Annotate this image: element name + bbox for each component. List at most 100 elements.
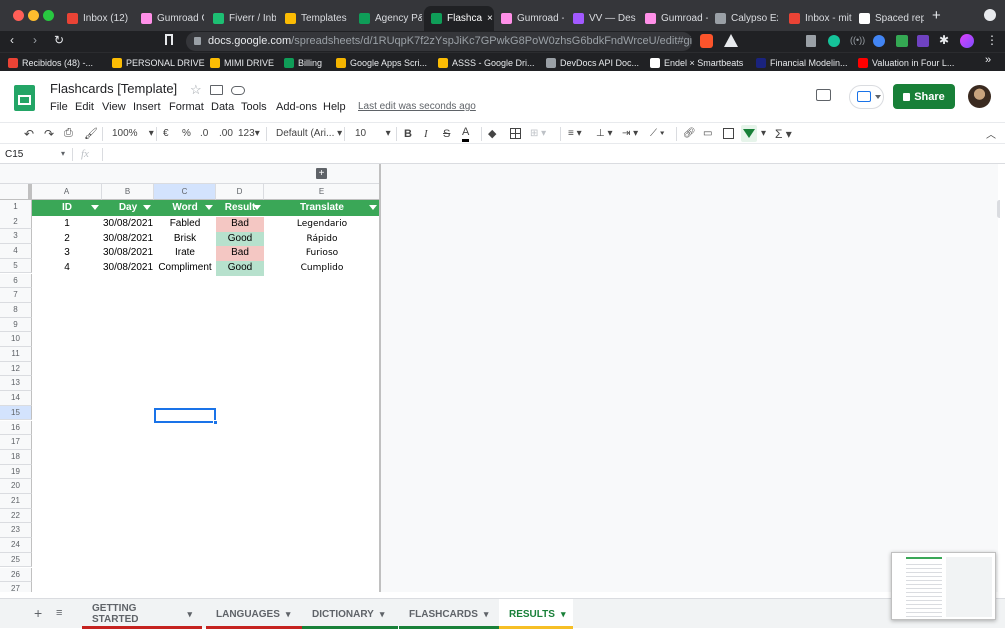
header-cell-translate[interactable]: Translate [264, 200, 380, 216]
sheet-tab[interactable]: FLASHCARDS ▾ [399, 599, 499, 629]
merge-cells-icon[interactable]: ⊞ ▾ [530, 125, 546, 142]
name-box[interactable]: C15 [5, 149, 23, 160]
minimize-window-button[interactable] [28, 10, 39, 21]
header-cell-id[interactable]: ID [32, 200, 102, 216]
column-header-a[interactable]: A [32, 184, 102, 200]
increase-decimal-button[interactable]: .00 [219, 125, 233, 142]
move-folder-icon[interactable] [210, 85, 223, 95]
row-header[interactable]: 9 [0, 317, 32, 333]
bold-button[interactable]: B [404, 125, 412, 142]
cloud-status-icon[interactable] [231, 86, 245, 95]
row-header[interactable]: 27 [0, 582, 32, 592]
filter-dropdown-icon[interactable] [369, 205, 377, 210]
extension-green-icon[interactable] [896, 35, 908, 47]
browser-tab[interactable]: Gumroad C [134, 6, 204, 31]
browser-tab[interactable]: Inbox (12) - [60, 6, 130, 31]
bookmark-item[interactable]: Endel × Smartbeats [650, 55, 743, 70]
spreadsheet-grid[interactable]: + A B C D E 1 2 3 4 5 6 7 8 9 10 11 12 13 14 15 16 17 18 1… [0, 164, 1000, 592]
cell-word[interactable]: Brisk [154, 232, 216, 247]
filter-views-chevron-icon[interactable]: ▾ [761, 125, 766, 142]
row-header[interactable]: 18 [0, 449, 32, 465]
row-header[interactable]: 14 [0, 391, 32, 406]
cell-id[interactable]: 1 [32, 217, 102, 232]
close-tab-icon[interactable]: × [487, 13, 493, 24]
cell-word[interactable]: Irate [154, 246, 216, 261]
bookmark-item[interactable]: Valuation in Four L... [858, 55, 954, 70]
menu-insert[interactable]: Insert [133, 101, 161, 113]
font-size-select[interactable]: 10 ▾ [355, 125, 391, 142]
browser-tab[interactable]: Calypso Ex [708, 6, 778, 31]
fill-color-icon[interactable]: ◆ [488, 125, 496, 142]
extension-icon[interactable]: ((•)) [850, 35, 865, 45]
row-header[interactable]: 5 [0, 258, 32, 274]
row-header[interactable]: 25 [0, 552, 32, 568]
cell-translate[interactable]: Cumplido [264, 261, 380, 276]
row-header[interactable]: 4 [0, 244, 32, 259]
paint-format-icon[interactable]: 🖌︎ [84, 125, 98, 142]
reload-button[interactable]: ↻ [54, 33, 64, 47]
column-header-c[interactable]: C [154, 184, 216, 200]
row-header[interactable]: 17 [0, 435, 32, 450]
chevron-down-icon[interactable]: ▾ [187, 609, 192, 620]
cell-translate[interactable]: Furioso [264, 246, 380, 261]
add-sheet-button[interactable]: + [34, 605, 42, 621]
extension-r-icon[interactable] [917, 35, 929, 47]
zoom-window-button[interactable] [43, 10, 54, 21]
italic-button[interactable]: I [424, 125, 428, 142]
cell-word[interactable]: Fabled [154, 217, 216, 232]
all-sheets-icon[interactable]: ≡ [56, 607, 62, 619]
forward-button[interactable]: › [33, 33, 37, 47]
browser-tab[interactable]: Gumroad - [494, 6, 564, 31]
filter-dropdown-icon[interactable] [253, 205, 261, 210]
new-tab-button[interactable]: + [932, 7, 941, 24]
menu-addons[interactable]: Add-ons [276, 101, 317, 113]
row-header[interactable]: 22 [0, 508, 32, 524]
cell-id[interactable]: 4 [32, 261, 102, 276]
cell-translate[interactable]: Rápido [264, 232, 380, 247]
text-wrap-icon[interactable]: ⇥ ▾ [622, 125, 638, 142]
formula-input[interactable] [110, 148, 990, 162]
row-header[interactable]: 8 [0, 302, 32, 318]
cell-day[interactable]: 30/08/2021 [102, 217, 154, 232]
menu-edit[interactable]: Edit [75, 101, 94, 113]
document-title[interactable]: Flashcards [Template] [50, 81, 177, 96]
bookmark-icon[interactable] [165, 34, 173, 45]
cell-result[interactable]: Bad [216, 246, 264, 262]
extensions-puzzle-icon[interactable]: ✱ [939, 33, 949, 47]
filter-button[interactable] [741, 125, 757, 142]
sheets-logo-icon[interactable] [14, 85, 35, 111]
chevron-down-icon[interactable]: ▾ [561, 609, 566, 620]
menu-data[interactable]: Data [211, 101, 234, 113]
browser-tab[interactable]: Spaced rep [852, 6, 924, 31]
star-icon[interactable]: ☆ [190, 82, 202, 98]
print-icon[interactable]: ⎙ [64, 125, 73, 142]
header-cell-word[interactable]: Word [154, 200, 216, 216]
browser-tab[interactable]: Templates [278, 6, 348, 31]
row-header[interactable]: 2 [0, 214, 32, 230]
row-header[interactable]: 11 [0, 347, 32, 362]
bookmark-item[interactable]: Google Apps Scri... [336, 55, 427, 70]
font-select[interactable]: Default (Ari... ▾ [276, 125, 342, 142]
undo-icon[interactable]: ↶ [24, 125, 34, 142]
number-format-select[interactable]: 123 ▾ [238, 125, 260, 142]
bookmark-item[interactable]: MIMI DRIVE [210, 55, 274, 70]
row-header[interactable]: 6 [0, 273, 32, 289]
row-header[interactable]: 3 [0, 229, 32, 245]
cell-day[interactable]: 30/08/2021 [102, 261, 154, 276]
bookmarks-overflow-button[interactable]: » [985, 54, 991, 66]
tab-search-icon[interactable] [984, 9, 996, 21]
borders-icon[interactable] [510, 125, 521, 142]
currency-button[interactable]: € [163, 125, 169, 142]
browser-tab[interactable]: Flashca × [424, 6, 494, 31]
address-bar[interactable]: docs.google.com/spreadsheets/d/1RUqpK7f2… [186, 32, 692, 51]
collapse-toolbar-icon[interactable]: ︿ [986, 125, 996, 142]
present-button[interactable] [849, 85, 884, 109]
cell-result[interactable]: Bad [216, 217, 264, 232]
row-header[interactable]: 19 [0, 464, 32, 480]
bookmark-item[interactable]: Financial Modelin... [756, 55, 848, 70]
zoom-select[interactable]: 100% ▾ [112, 125, 154, 142]
browser-tab[interactable]: Fiverr / Inb [206, 6, 276, 31]
cell-id[interactable]: 3 [32, 246, 102, 261]
cell-day[interactable]: 30/08/2021 [102, 246, 154, 261]
extension-doc-icon[interactable] [806, 35, 816, 47]
